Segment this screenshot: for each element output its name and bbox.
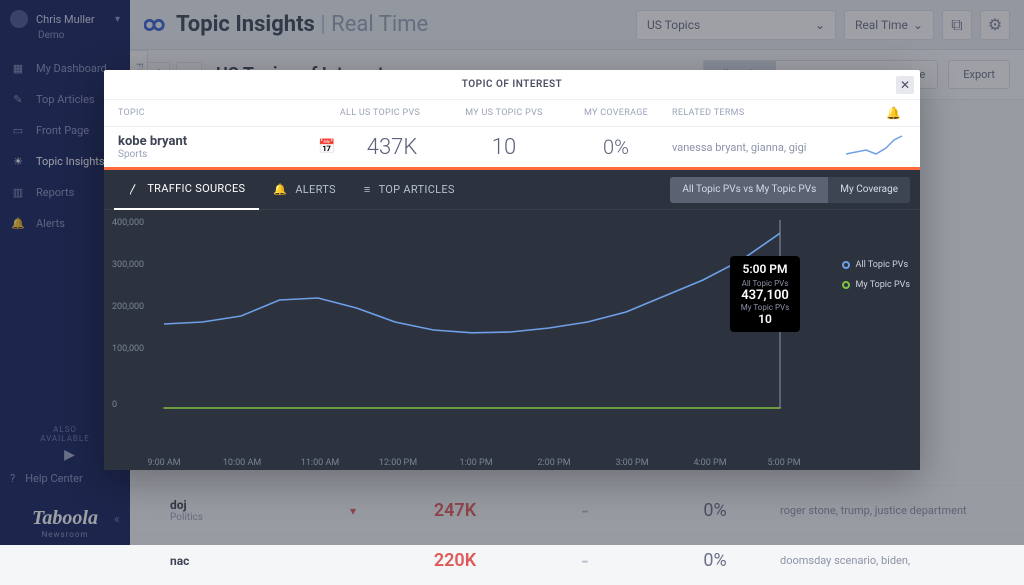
legend-label: My Topic PVs (856, 280, 910, 290)
y-tick: 0 (112, 400, 117, 410)
col-all-pvs: ALL US TOPIC PVS (318, 108, 442, 118)
chart-legend: All Topic PVs My Topic PVs (842, 260, 910, 300)
tab-label: TRAFFIC SOURCES (147, 182, 245, 195)
toggle-my-coverage[interactable]: My Coverage (828, 177, 910, 203)
bell-icon[interactable]: 🔔 (886, 106, 906, 120)
modal-chart-panel: 〳 TRAFFIC SOURCES 🔔 ALERTS ≡ TOP ARTICLE… (104, 170, 920, 470)
tab-label: TOP ARTICLES (379, 183, 455, 196)
topic-name: kobe bryant (118, 134, 318, 149)
tooltip-label: My Topic PVs (740, 303, 790, 312)
x-tick: 5:00 PM (767, 458, 800, 468)
legend-item: All Topic PVs (842, 260, 910, 270)
topic-modal: TOPIC OF INTEREST ✕ TOPIC ALL US TOPIC P… (104, 70, 920, 470)
list-icon: ≡ (364, 183, 371, 196)
sparkline (846, 132, 906, 162)
tab-alerts[interactable]: 🔔 ALERTS (259, 170, 350, 210)
legend-swatch (842, 261, 850, 269)
x-tick: 2:00 PM (537, 458, 570, 468)
col-coverage: MY COVERAGE (566, 108, 666, 118)
tooltip-label: All Topic PVs (740, 279, 790, 288)
close-button[interactable]: ✕ (896, 76, 914, 94)
chart-tooltip: 5:00 PM All Topic PVs 437,100 My Topic P… (730, 256, 800, 332)
x-tick: 11:00 AM (301, 458, 339, 468)
coverage-value: 0% (566, 135, 666, 159)
row-terms: doomsday scenario, biden, (780, 554, 980, 567)
toggle-all-vs-my[interactable]: All Topic PVs vs My Topic PVs (670, 177, 828, 203)
col-topic: TOPIC (118, 108, 318, 118)
line-chart[interactable] (162, 220, 782, 430)
y-tick: 100,000 (112, 344, 144, 354)
tab-label: ALERTS (295, 183, 336, 196)
col-my-pvs: MY US TOPIC PVS (442, 108, 566, 118)
y-tick: 200,000 (112, 302, 144, 312)
col-terms: RELATED TERMS (666, 108, 886, 118)
row-name: nac (170, 554, 189, 568)
legend-item: My Topic PVs (842, 280, 910, 290)
x-tick: 1:00 PM (459, 458, 492, 468)
chart-tabs: 〳 TRAFFIC SOURCES 🔔 ALERTS ≡ TOP ARTICLE… (104, 170, 920, 210)
tooltip-value: 437,100 (740, 288, 790, 303)
modal-topic-row: kobe bryant Sports 📅 437K 10 0% vanessa … (104, 126, 920, 170)
line-chart-icon: 〳 (128, 181, 139, 197)
tooltip-value: 10 (740, 312, 790, 326)
row-dash: - (520, 547, 650, 575)
all-pvs-value: 437K (342, 135, 442, 160)
x-tick: 9:00 AM (147, 458, 180, 468)
chart-area: 400,000 300,000 200,000 100,000 0 9:00 A… (104, 210, 920, 470)
y-tick: 300,000 (112, 260, 144, 270)
row-pv: 220K (390, 550, 520, 571)
tab-top-articles[interactable]: ≡ TOP ARTICLES (350, 170, 469, 210)
related-terms: vanessa bryant, gianna, gigi (666, 141, 846, 154)
my-pvs-value: 10 (442, 135, 566, 160)
bell-icon: 🔔 (273, 183, 287, 196)
tab-traffic-sources[interactable]: 〳 TRAFFIC SOURCES (114, 170, 259, 210)
y-tick: 400,000 (112, 218, 144, 228)
x-tick: 3:00 PM (615, 458, 648, 468)
modal-column-headers: TOPIC ALL US TOPIC PVS MY US TOPIC PVS M… (104, 100, 920, 126)
x-tick: 10:00 AM (223, 458, 261, 468)
calendar-icon: 📅 (318, 139, 342, 155)
legend-label: All Topic PVs (856, 260, 909, 270)
row-pct: 0% (650, 550, 780, 571)
legend-swatch (842, 281, 850, 289)
x-tick: 12:00 PM (379, 458, 417, 468)
tooltip-time: 5:00 PM (740, 262, 790, 276)
x-tick: 4:00 PM (693, 458, 726, 468)
chart-mode-toggle: All Topic PVs vs My Topic PVs My Coverag… (670, 177, 910, 203)
topic-category: Sports (118, 149, 318, 160)
modal-title: TOPIC OF INTEREST (462, 79, 562, 90)
modal-header: TOPIC OF INTEREST ✕ (104, 70, 920, 100)
